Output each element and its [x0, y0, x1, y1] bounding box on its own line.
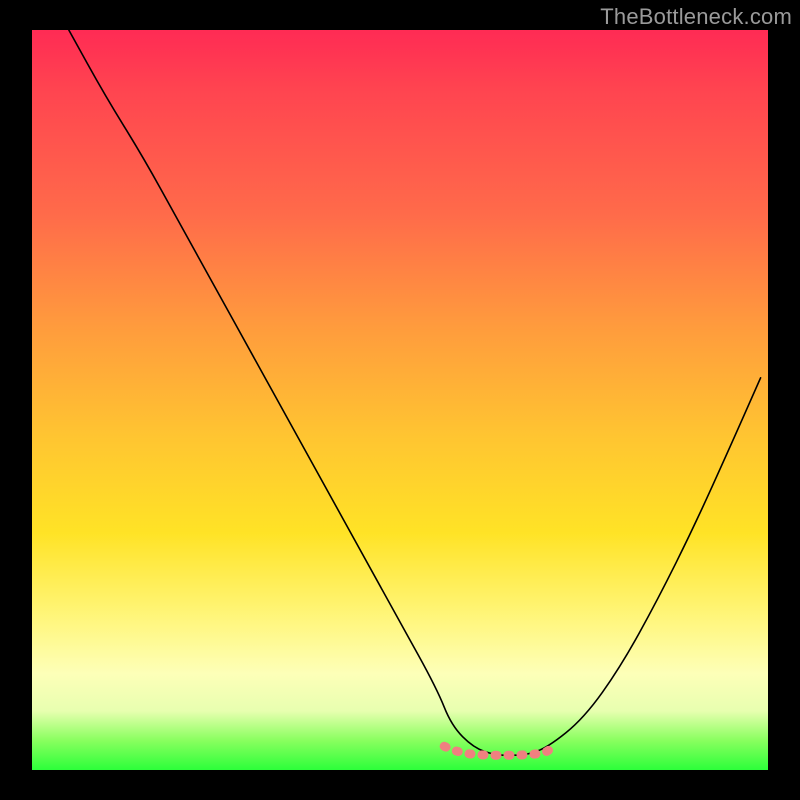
chart-frame: [32, 30, 768, 770]
watermark-label: TheBottleneck.com: [600, 4, 792, 30]
flat-marker-line: [444, 745, 554, 755]
chart-svg: [32, 30, 768, 770]
bottleneck-curve-line: [69, 30, 761, 755]
